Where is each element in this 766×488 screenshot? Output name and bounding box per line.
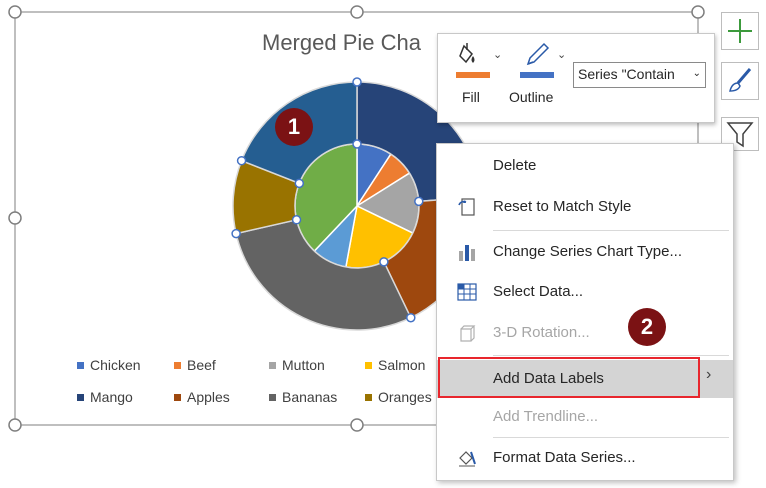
menu-item-change-type-label: Change Series Chart Type... [493, 243, 682, 260]
legend-swatch [174, 393, 181, 401]
outline-dropdown-icon[interactable]: ⌄ [557, 48, 566, 61]
chart-resize-handle[interactable] [350, 418, 364, 432]
menu-item-select-data[interactable]: Select Data... [437, 275, 733, 309]
outline-button[interactable] [520, 40, 556, 80]
chevron-down-icon: ⌄ [692, 68, 701, 79]
legend-entry-oranges[interactable]: Oranges [365, 389, 432, 405]
pencil-icon [520, 42, 554, 78]
menu-item-select-data-label: Select Data... [493, 283, 584, 300]
legend-label: Chicken [90, 357, 141, 373]
chart-elements-button[interactable] [721, 12, 759, 50]
menu-item-format-series-label: Format Data Series... [493, 449, 636, 466]
plus-icon [728, 19, 752, 43]
outline-label: Outline [509, 89, 554, 105]
menu-item-3d-rotation-label: 3-D Rotation... [493, 324, 590, 341]
series-selection-handle [352, 77, 362, 87]
fill-label: Fill [462, 89, 480, 105]
legend-label: Salmon [378, 357, 426, 373]
legend-swatch [77, 361, 84, 369]
menu-item-delete-label: Delete [493, 157, 537, 174]
menu-item-add-trendline: Add Trendline... [437, 400, 733, 434]
legend-entry-bananas[interactable]: Bananas [269, 389, 337, 405]
chevron-right-icon[interactable]: › [706, 366, 711, 384]
step-marker-2: 2 [628, 308, 666, 346]
legend-label: Beef [187, 357, 216, 373]
fill-button[interactable] [456, 40, 492, 80]
legend-swatch [77, 393, 84, 401]
chart-resize-handle[interactable] [8, 5, 22, 19]
legend-entry-mango[interactable]: Mango [77, 389, 133, 405]
legend-entry-salmon[interactable]: Salmon [365, 357, 425, 373]
context-menu: Delete Reset to Match Style Change Serie… [436, 143, 734, 481]
legend-entry-mutton[interactable]: Mutton [269, 357, 325, 373]
series-selection-handle [236, 155, 247, 166]
series-selection-handle [352, 139, 362, 149]
chart-resize-handle[interactable] [8, 418, 22, 432]
bar-chart-icon [459, 245, 475, 261]
legend-label: Apples [187, 389, 230, 405]
legend-label: Bananas [282, 389, 338, 405]
series-selection-handle [406, 312, 416, 323]
legend-label: Mango [90, 389, 133, 405]
menu-item-reset-to-match-style[interactable]: Reset to Match Style [437, 190, 733, 224]
menu-item-reset-label: Reset to Match Style [493, 198, 632, 215]
format-mini-toolbar: ⌄ Fill ⌄ Outline Series "Contain ⌄ [437, 33, 715, 123]
step-marker-1: 1 [275, 108, 313, 146]
series-selection-handle [414, 196, 424, 207]
series-selector-dropdown[interactable]: Series "Contain ⌄ [573, 62, 706, 88]
series-selection-handle [291, 215, 302, 225]
legend-swatch [174, 361, 181, 369]
legend-entry-apples[interactable]: Apples [174, 389, 230, 405]
legend-label: Oranges [378, 389, 432, 405]
menu-separator [493, 230, 729, 231]
series-selector-value: Series "Contain [578, 66, 675, 82]
legend-label: Mutton [282, 357, 325, 373]
series-selection-handle [379, 257, 389, 267]
chart-resize-handle[interactable] [8, 211, 22, 225]
legend-swatch [365, 393, 372, 401]
legend-swatch [269, 393, 276, 401]
chart-title[interactable]: Merged Pie Cha [262, 30, 421, 56]
menu-item-3d-rotation: 3-D Rotation... [437, 316, 733, 350]
paint-bucket-icon [456, 43, 490, 78]
menu-item-add-trendline-label: Add Trendline... [493, 408, 599, 425]
legend-swatch [365, 361, 372, 369]
menu-separator [493, 355, 729, 356]
menu-item-delete[interactable]: Delete [437, 149, 733, 183]
cube-icon [460, 325, 476, 342]
legend-entry-beef[interactable]: Beef [174, 357, 216, 373]
select-data-icon [457, 283, 477, 301]
menu-separator [493, 437, 729, 438]
reset-style-icon [458, 198, 475, 216]
chart-resize-handle[interactable] [350, 5, 364, 19]
brush-icon [729, 68, 752, 92]
menu-item-format-data-series[interactable]: Format Data Series... [437, 441, 733, 475]
chart-styles-button[interactable] [721, 62, 759, 100]
chart-resize-handle[interactable] [691, 5, 705, 19]
fill-dropdown-icon[interactable]: ⌄ [493, 48, 502, 61]
highlight-box-add-data-labels [438, 357, 700, 398]
series-selection-handle [294, 178, 305, 189]
legend-entry-chicken[interactable]: Chicken [77, 357, 141, 373]
series-selection-handle [231, 228, 241, 239]
format-series-icon [459, 451, 476, 467]
legend-swatch [269, 361, 276, 369]
menu-item-change-series-chart-type[interactable]: Change Series Chart Type... [437, 235, 733, 269]
